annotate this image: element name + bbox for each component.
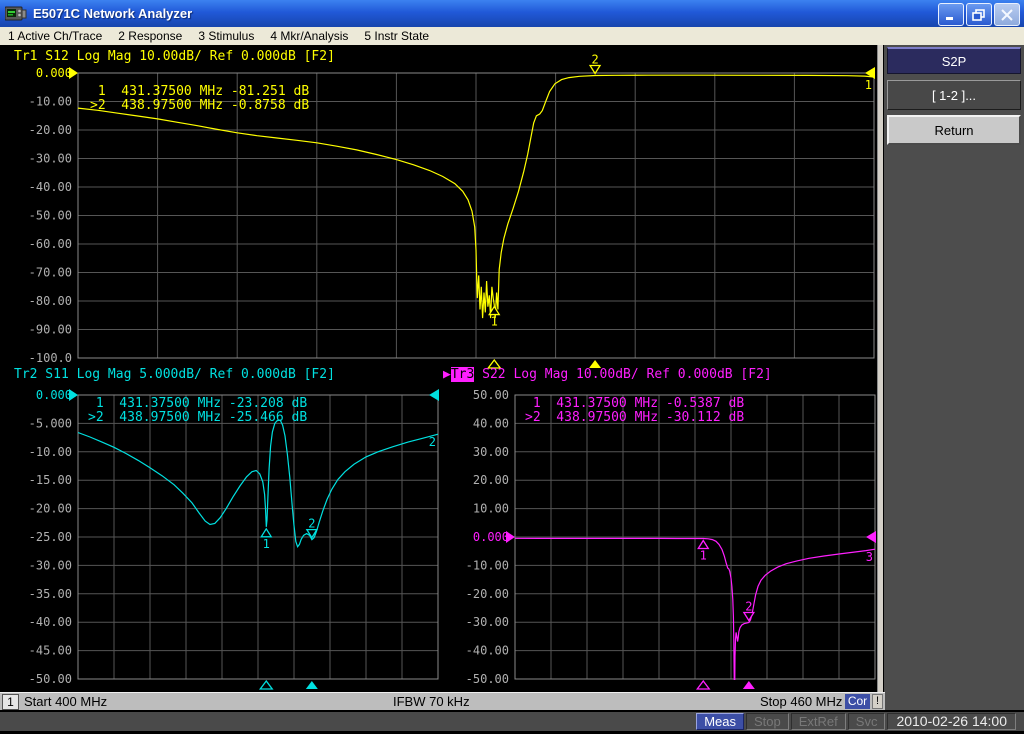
status-indicator-svc: Svc <box>848 713 886 730</box>
e5071c-application-window: { "window": { "title": "E5071C Network A… <box>0 0 1024 734</box>
trace3-params: S22 Log Mag 10.00dB/ Ref 0.000dB [F2] <box>474 367 771 382</box>
softkey-menu-title: S2P <box>887 47 1021 74</box>
tr2-plot-area[interactable] <box>78 395 438 679</box>
stop-frequency-label: Stop 460 MHz <box>760 694 842 709</box>
menu-item-2[interactable]: 2 Response <box>110 29 190 43</box>
trace1-marker-readout: 1 431.37500 MHz -81.251 dB>2 438.97500 M… <box>90 85 309 113</box>
channel-status-bar: 1 Start 400 MHz IFBW 70 kHz Stop 460 MHz… <box>0 692 885 710</box>
channel-number-badge: 1 <box>2 694 19 710</box>
clock: 2010-02-26 14:00 <box>887 713 1016 730</box>
start-frequency-label: Start 400 MHz <box>24 694 107 709</box>
trace1-name: Tr1 <box>14 49 37 64</box>
chart-tr2: 20.000-5.000-10.00-15.00-20.00-25.00-30.… <box>29 388 439 689</box>
status-indicator-meas: Meas <box>696 713 744 730</box>
trace2-params: S11 Log Mag 5.000dB/ Ref 0.000dB [F2] <box>37 367 334 382</box>
tr1-plot-area[interactable] <box>78 73 874 358</box>
correction-status-badge: Cor <box>845 694 870 709</box>
restore-button[interactable] <box>966 3 992 26</box>
trace1-scale-header[interactable]: ▶Tr1 S12 Log Mag 10.00dB/ Ref 0.000dB [F… <box>14 49 335 64</box>
instrument-status-bar: MeasStopExtRefSvc2010-02-26 14:00 <box>0 712 1024 731</box>
trace2-name: Tr2 <box>14 367 37 382</box>
trace2-scale-header[interactable]: ▶Tr2 S11 Log Mag 5.000dB/ Ref 0.000dB [F… <box>14 367 335 382</box>
chart-tr3: 350.0040.0030.0020.0010.000.000-10.00-20… <box>466 388 876 690</box>
softkey-divider <box>877 45 883 710</box>
tr3-plot-area[interactable] <box>515 395 875 679</box>
menu-bar: 1 Active Ch/Trace2 Response3 Stimulus4 M… <box>0 27 1024 45</box>
trace1-params: S12 Log Mag 10.00dB/ Ref 0.000dB [F2] <box>37 49 334 64</box>
status-indicator-extref: ExtRef <box>791 713 846 730</box>
marker-2-readout-row: >2 438.97500 MHz -30.112 dB <box>525 411 744 425</box>
title-bar: E5071C Network Analyzer <box>0 0 1024 27</box>
trace2-marker-readout: 1 431.37500 MHz -23.208 dB>2 438.97500 M… <box>88 397 307 425</box>
marker-2-readout-row: >2 438.97500 MHz -25.466 dB <box>88 411 307 425</box>
trace3-marker-readout: 1 431.37500 MHz -0.5387 dB>2 438.97500 M… <box>525 397 744 425</box>
menu-item-5[interactable]: 5 Instr State <box>356 29 437 43</box>
menu-item-3[interactable]: 3 Stimulus <box>190 29 262 43</box>
softkey-button-2[interactable]: Return <box>887 115 1021 145</box>
menu-item-4[interactable]: 4 Mkr/Analysis <box>262 29 356 43</box>
close-button[interactable] <box>994 3 1020 26</box>
error-alert-indicator: ! <box>872 694 883 709</box>
ifbw-label: IFBW 70 kHz <box>393 694 470 709</box>
marker-1-readout-row: 1 431.37500 MHz -0.5387 dB <box>525 397 744 411</box>
menu-item-1[interactable]: 1 Active Ch/Trace <box>0 29 110 43</box>
marker-1-readout-row: 1 431.37500 MHz -23.208 dB <box>88 397 307 411</box>
window-title: E5071C Network Analyzer <box>33 6 192 21</box>
window-controls <box>938 3 1020 26</box>
status-indicator-stop: Stop <box>746 713 789 730</box>
softkey-panel: S2P [ 1-2 ]... Return <box>884 45 1024 710</box>
marker-2-readout-row: >2 438.97500 MHz -0.8758 dB <box>90 99 309 113</box>
app-icon <box>5 6 27 22</box>
softkey-button-1[interactable]: [ 1-2 ]... <box>887 80 1021 110</box>
active-trace-arrow: ▶ <box>443 367 451 382</box>
trace3-name: Tr3 <box>451 367 474 382</box>
trace3-scale-header[interactable]: ▶Tr3 S22 Log Mag 10.00dB/ Ref 0.000dB [F… <box>443 367 772 382</box>
marker-1-readout-row: 1 431.37500 MHz -81.251 dB <box>90 85 309 99</box>
minimize-button[interactable] <box>938 3 964 26</box>
